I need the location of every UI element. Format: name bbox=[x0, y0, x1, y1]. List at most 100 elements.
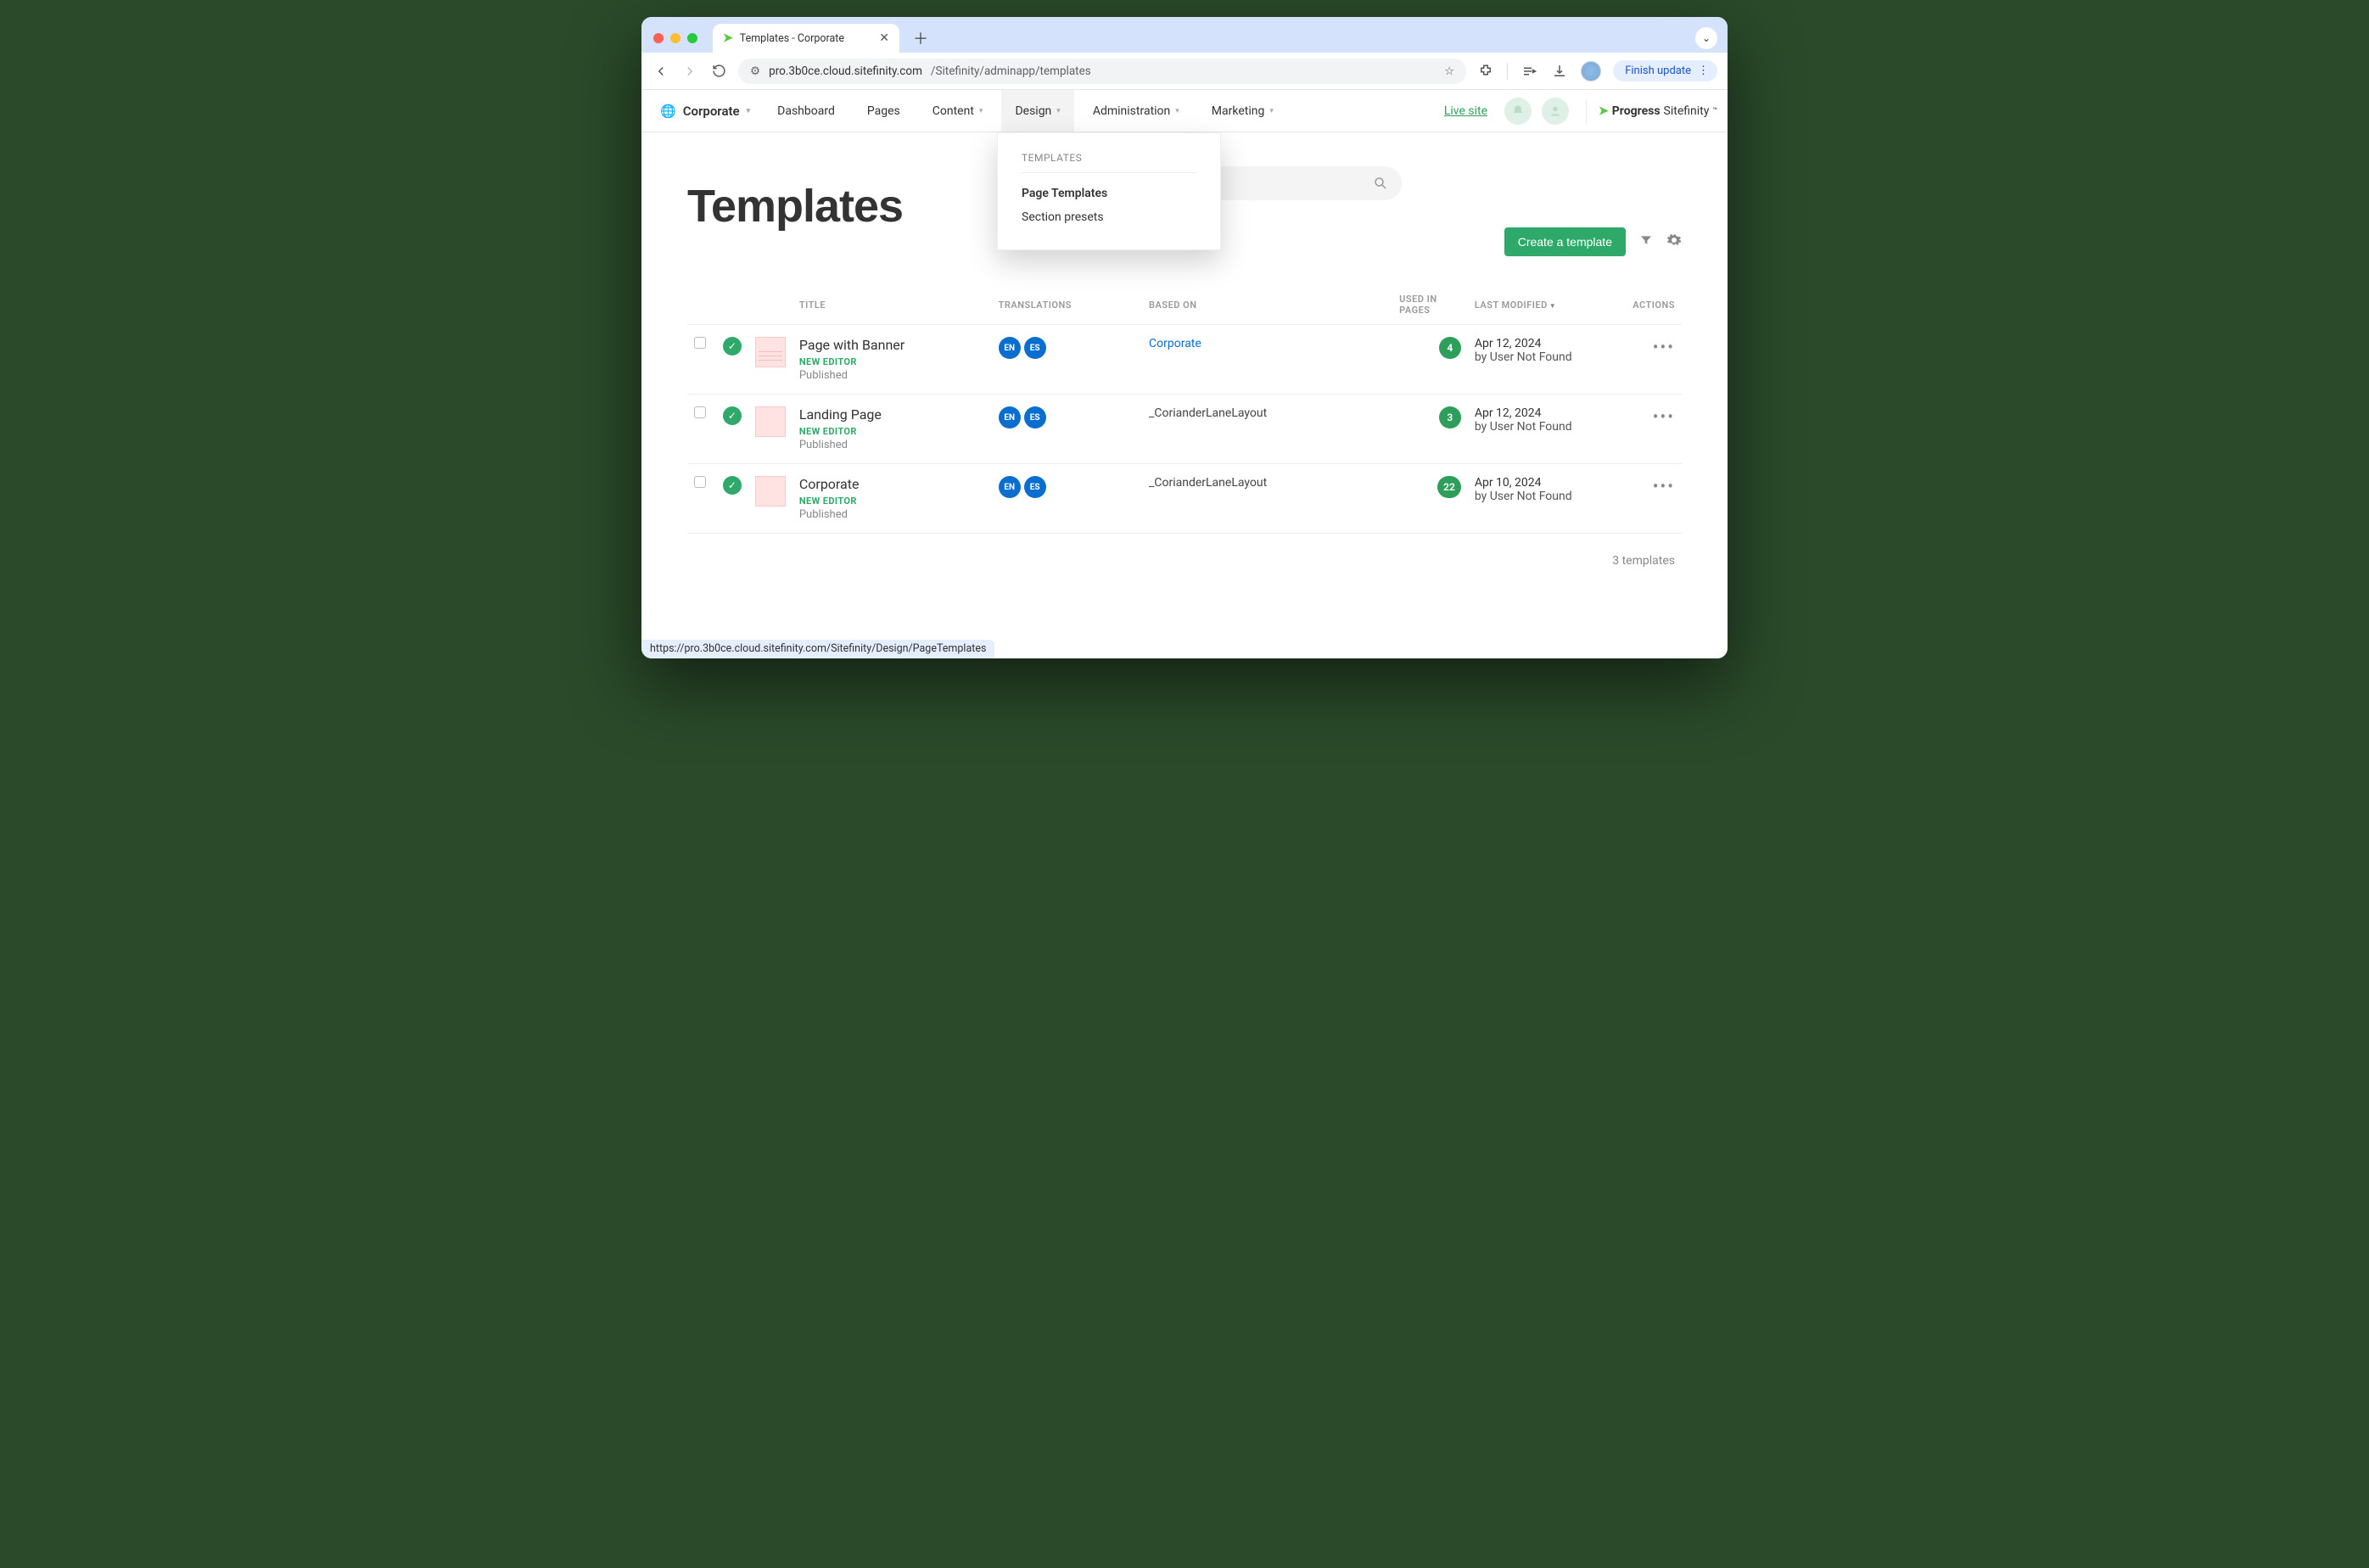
row-checkbox[interactable] bbox=[694, 406, 706, 418]
back-button[interactable] bbox=[652, 64, 670, 79]
close-tab-icon[interactable]: ✕ bbox=[879, 31, 889, 45]
new-editor-badge: NEW EDITOR bbox=[799, 356, 985, 367]
nav-label: Marketing bbox=[1212, 104, 1265, 118]
used-in-pages-count[interactable]: 22 bbox=[1437, 476, 1461, 498]
used-in-pages-count[interactable]: 4 bbox=[1439, 337, 1461, 359]
based-on-value: _CorianderLaneLayout bbox=[1149, 406, 1267, 420]
design-dropdown: TEMPLATES Page Templates Section presets bbox=[997, 132, 1221, 250]
status-text: Published bbox=[799, 369, 985, 382]
address-bar: ⚙ pro.3b0ce.cloud.sitefinity.com/Sitefin… bbox=[641, 53, 1728, 90]
site-settings-icon[interactable]: ⚙ bbox=[750, 64, 760, 78]
forward-button[interactable] bbox=[680, 64, 699, 79]
lang-es-badge[interactable]: ES bbox=[1024, 406, 1046, 428]
kebab-icon: ⋮ bbox=[1698, 64, 1709, 77]
site-selector[interactable]: 🌐 Corporate ▾ bbox=[652, 104, 759, 119]
nav-content[interactable]: Content ▾ bbox=[919, 90, 997, 132]
media-icon[interactable] bbox=[1520, 64, 1538, 79]
row-actions-button[interactable]: ••• bbox=[1653, 476, 1675, 496]
last-modified-by: by User Not Found bbox=[1475, 350, 1619, 364]
template-title: Corporate bbox=[799, 476, 985, 493]
settings-icon[interactable] bbox=[1666, 232, 1682, 251]
lang-es-badge[interactable]: ES bbox=[1024, 337, 1046, 359]
menu-group-title: TEMPLATES bbox=[1022, 152, 1196, 173]
chevron-down-icon: ▾ bbox=[1175, 107, 1179, 115]
bookmark-icon[interactable]: ☆ bbox=[1444, 64, 1454, 78]
downloads-icon[interactable] bbox=[1550, 64, 1569, 79]
menu-section-presets[interactable]: Section presets bbox=[1022, 205, 1196, 229]
nav-marketing[interactable]: Marketing ▾ bbox=[1198, 90, 1287, 132]
finish-update-button[interactable]: Finish update ⋮ bbox=[1613, 60, 1717, 81]
create-template-button[interactable]: Create a template bbox=[1504, 227, 1626, 256]
last-modified-by: by User Not Found bbox=[1475, 490, 1619, 503]
template-title: Page with Banner bbox=[799, 337, 985, 354]
new-tab-button[interactable]: ＋ bbox=[908, 27, 933, 49]
nav-label: Dashboard bbox=[777, 104, 835, 118]
result-count: 3 templates bbox=[687, 534, 1682, 574]
status-text: Published bbox=[799, 508, 985, 521]
live-site-link[interactable]: Live site bbox=[1444, 104, 1487, 118]
last-modified-date: Apr 12, 2024 bbox=[1475, 337, 1619, 350]
col-title[interactable]: TITLE bbox=[792, 285, 992, 325]
col-translations[interactable]: TRANSLATIONS bbox=[992, 285, 1142, 325]
last-modified-date: Apr 12, 2024 bbox=[1475, 406, 1619, 420]
row-checkbox[interactable] bbox=[694, 476, 706, 488]
nav-administration[interactable]: Administration ▾ bbox=[1079, 90, 1193, 132]
chevron-down-icon: ▾ bbox=[979, 107, 983, 115]
close-window-icon[interactable] bbox=[653, 33, 664, 43]
sort-desc-icon: ▼ bbox=[1549, 302, 1556, 310]
status-bar-url: https://pro.3b0ce.cloud.sitefinity.com/S… bbox=[641, 640, 994, 658]
status-published-icon: ✓ bbox=[723, 406, 742, 425]
lang-en-badge[interactable]: EN bbox=[999, 337, 1021, 359]
url-host: pro.3b0ce.cloud.sitefinity.com bbox=[769, 64, 922, 78]
used-in-pages-count[interactable]: 3 bbox=[1439, 406, 1461, 428]
template-thumbnail bbox=[755, 406, 786, 437]
table-row[interactable]: ✓ Landing Page NEW EDITOR Published ENES… bbox=[687, 395, 1682, 464]
app-topbar: 🌐 Corporate ▾ Dashboard Pages Content ▾ … bbox=[641, 90, 1728, 132]
tabs-menu-button[interactable]: ⌄ bbox=[1695, 27, 1717, 49]
based-on-value[interactable]: Corporate bbox=[1149, 337, 1201, 350]
col-actions: ACTIONS bbox=[1626, 285, 1682, 325]
minimize-window-icon[interactable] bbox=[670, 33, 680, 43]
col-based-on[interactable]: BASED ON bbox=[1142, 285, 1392, 325]
extensions-icon[interactable] bbox=[1476, 64, 1495, 79]
globe-icon: 🌐 bbox=[660, 104, 676, 119]
window-controls bbox=[653, 33, 697, 43]
table-row[interactable]: ✓ Corporate NEW EDITOR Published ENES _C… bbox=[687, 464, 1682, 534]
nav-design[interactable]: Design ▾ bbox=[1001, 90, 1073, 132]
filter-icon[interactable] bbox=[1639, 233, 1653, 250]
brand-logo: ➤ Progress Sitefinity ™ bbox=[1586, 98, 1717, 124]
browser-tab[interactable]: ➤ Templates - Corporate ✕ bbox=[713, 24, 899, 53]
tab-strip: ➤ Templates - Corporate ✕ ＋ ⌄ bbox=[641, 17, 1728, 53]
nav-dashboard[interactable]: Dashboard bbox=[764, 90, 848, 132]
chevron-down-icon: ▾ bbox=[1269, 107, 1274, 115]
row-checkbox[interactable] bbox=[694, 337, 706, 349]
lang-en-badge[interactable]: EN bbox=[999, 406, 1021, 428]
user-menu-button[interactable] bbox=[1542, 98, 1569, 125]
status-published-icon: ✓ bbox=[723, 337, 742, 356]
progress-icon: ➤ bbox=[1599, 104, 1609, 118]
nav-pages[interactable]: Pages bbox=[854, 90, 914, 132]
lang-es-badge[interactable]: ES bbox=[1024, 476, 1046, 498]
notifications-button[interactable] bbox=[1504, 98, 1532, 125]
nav-label: Content bbox=[932, 104, 974, 118]
maximize-window-icon[interactable] bbox=[687, 33, 697, 43]
nav-label: Administration bbox=[1093, 104, 1170, 118]
col-used-in-pages[interactable]: USED IN PAGES bbox=[1392, 285, 1468, 325]
brand-text-b: Sitefinity bbox=[1664, 104, 1710, 118]
profile-avatar[interactable] bbox=[1581, 61, 1601, 81]
reload-button[interactable] bbox=[709, 64, 728, 78]
url-input[interactable]: ⚙ pro.3b0ce.cloud.sitefinity.com/Sitefin… bbox=[738, 59, 1466, 84]
status-published-icon: ✓ bbox=[723, 476, 742, 495]
lang-en-badge[interactable]: EN bbox=[999, 476, 1021, 498]
row-actions-button[interactable]: ••• bbox=[1653, 406, 1675, 427]
based-on-value: _CorianderLaneLayout bbox=[1149, 476, 1267, 490]
col-last-modified[interactable]: LAST MODIFIED▼ bbox=[1468, 285, 1626, 325]
menu-page-templates[interactable]: Page Templates bbox=[1022, 182, 1196, 205]
status-text: Published bbox=[799, 439, 985, 451]
browser-window: ➤ Templates - Corporate ✕ ＋ ⌄ ⚙ pro.3b0c… bbox=[641, 17, 1728, 658]
url-path: /Sitefinity/adminapp/templates bbox=[931, 64, 1091, 78]
templates-table: TITLE TRANSLATIONS BASED ON USED IN PAGE… bbox=[687, 285, 1682, 534]
table-row[interactable]: ✓ Page with Banner NEW EDITOR Published … bbox=[687, 325, 1682, 395]
template-thumbnail bbox=[755, 476, 786, 507]
row-actions-button[interactable]: ••• bbox=[1653, 337, 1675, 357]
